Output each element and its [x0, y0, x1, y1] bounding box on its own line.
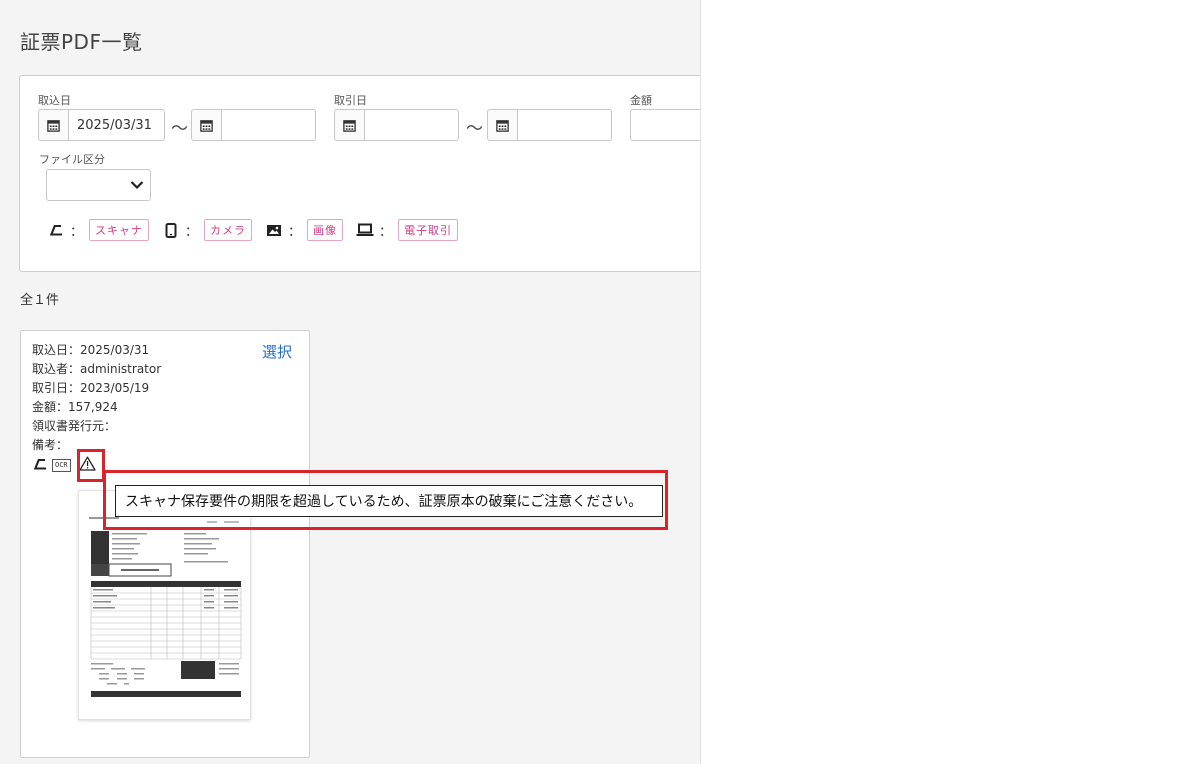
search-panel: 取込日 ～ 取引日 ～ [19, 75, 700, 272]
import-date-from [38, 109, 165, 141]
result-count: 全１件 [20, 293, 60, 308]
phone-icon [162, 221, 180, 239]
range-separator: ～ [466, 119, 483, 139]
chevron-down-icon [130, 181, 144, 190]
file-type-select[interactable] [46, 169, 151, 201]
ocr-badge: OCR [52, 459, 71, 472]
card-issuer: 領収書発行元： [32, 419, 117, 433]
legend-tag-e-transaction: 電子取引 [398, 219, 459, 241]
amount-input[interactable] [630, 109, 700, 141]
transaction-date-from-input[interactable] [365, 109, 459, 141]
laptop-icon [356, 221, 374, 239]
import-date-to [191, 109, 316, 141]
calendar-icon[interactable] [487, 109, 518, 141]
calendar-icon[interactable] [334, 109, 365, 141]
import-date-from-input[interactable] [69, 109, 165, 141]
card-importer: 取込者：administrator [32, 362, 162, 376]
warning-tooltip: スキャナ保存要件の期限を超過しているため、証票原本の破棄にご注意ください。 [115, 485, 663, 517]
transaction-date-from [334, 109, 459, 141]
card-transaction-date: 取引日：2023/05/19 [32, 381, 150, 395]
card-import-date: 取込日：2025/03/31 [32, 343, 150, 357]
image-icon [265, 221, 283, 239]
calendar-icon[interactable] [38, 109, 69, 141]
legend-tag-camera: カメラ [204, 219, 253, 241]
amount-label: 金額 [630, 94, 652, 107]
import-date-to-input[interactable] [222, 109, 316, 141]
source-legend: ： スキャナ ： カメラ ： 画像 ： 電子取引 [47, 219, 471, 241]
scanner-icon [47, 221, 65, 239]
transaction-date-label: 取引日 [334, 94, 367, 107]
legend-tag-scanner: スキャナ [89, 219, 150, 241]
page-title: 証票PDF一覧 [20, 30, 143, 54]
import-date-label: 取込日 [38, 94, 71, 107]
file-type-label: ファイル区分 [39, 153, 105, 166]
scanner-icon [32, 456, 48, 475]
warning-highlight-box [77, 449, 105, 482]
transaction-date-to [487, 109, 612, 141]
app-window: 証票PDF一覧 取込日 ～ 取引日 ～ [0, 0, 701, 764]
card-amount: 金額：157,924 [32, 400, 118, 414]
card-details: 取込日：2025/03/31 取込者：administrator 取引日：202… [32, 341, 161, 455]
calendar-icon[interactable] [191, 109, 222, 141]
legend-tag-image: 画像 [307, 219, 344, 241]
tooltip-highlight-box: スキャナ保存要件の期限を超過しているため、証票原本の破棄にご注意ください。 [103, 470, 668, 530]
select-link[interactable]: 選択 [262, 341, 292, 362]
transaction-date-to-input[interactable] [518, 109, 612, 141]
range-separator: ～ [171, 119, 188, 139]
